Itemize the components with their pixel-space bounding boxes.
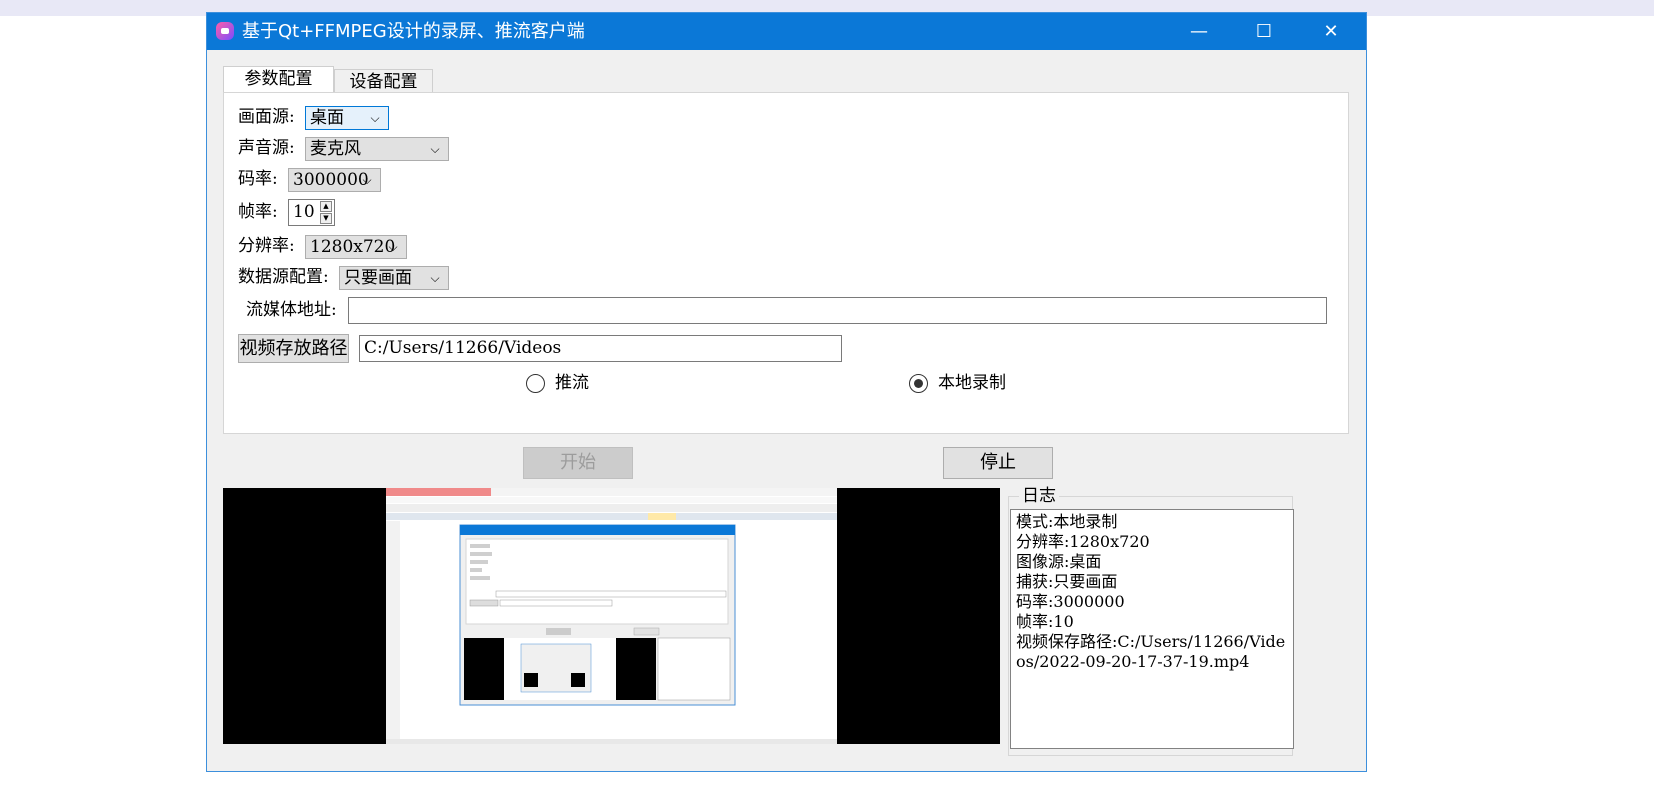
window-title: 基于Qt+FFMPEG设计的录屏、推流客户端 <box>242 21 585 42</box>
chevron-down-icon: ⌵ <box>430 142 440 156</box>
log-textarea[interactable]: 模式:本地录制 分辨率:1280x720 图像源:桌面 捕获:只要画面 码率:3… <box>1010 509 1294 749</box>
chevron-down-icon: ⌵ <box>362 173 372 187</box>
main-window: 基于Qt+FFMPEG设计的录屏、推流客户端 — ☐ ✕ 参数配置 设备配置 画… <box>206 12 1367 772</box>
stream-url-input[interactable] <box>348 297 1327 324</box>
resolution-value: 1280x720 <box>310 237 396 257</box>
preview-screenshot-graphic <box>386 488 837 744</box>
video-source-label: 画面源: <box>238 107 295 127</box>
maximize-button[interactable]: ☐ <box>1230 13 1298 50</box>
minimize-button[interactable]: — <box>1165 13 1233 50</box>
radio-local-label[interactable]: 本地录制 <box>938 372 1006 394</box>
tab-panel: 画面源: 桌面 ⌵ 声音源: 麦克风 ⌵ 码率: 3000000 ⌵ 帧率: 1… <box>223 92 1349 434</box>
radio-local-record[interactable] <box>909 374 928 393</box>
video-source-combo[interactable]: 桌面 ⌵ <box>305 106 389 130</box>
bitrate-label: 码率: <box>238 169 278 189</box>
log-title: 日志 <box>1019 486 1059 506</box>
audio-source-value: 麦克风 <box>310 139 361 159</box>
app-icon <box>216 22 234 40</box>
radio-push[interactable] <box>526 374 545 393</box>
chevron-down-icon: ⌵ <box>370 111 380 125</box>
data-source-label: 数据源配置: <box>238 267 329 287</box>
start-button[interactable]: 开始 <box>523 447 633 479</box>
save-path-button[interactable]: 视频存放路径 <box>238 334 349 363</box>
chevron-down-icon: ⌵ <box>430 271 440 285</box>
data-source-combo[interactable]: 只要画面 ⌵ <box>339 266 449 290</box>
stop-button[interactable]: 停止 <box>943 447 1053 479</box>
title-bar[interactable]: 基于Qt+FFMPEG设计的录屏、推流客户端 — ☐ ✕ <box>207 13 1366 50</box>
bitrate-combo[interactable]: 3000000 ⌵ <box>288 168 381 192</box>
chevron-down-icon: ⌵ <box>388 240 398 254</box>
bitrate-value: 3000000 <box>293 170 369 190</box>
preview-desktop-capture <box>386 488 837 744</box>
video-source-value: 桌面 <box>310 108 344 128</box>
audio-source-label: 声音源: <box>238 138 295 158</box>
fps-label: 帧率: <box>238 202 278 222</box>
spin-down-icon[interactable]: ▼ <box>320 213 332 224</box>
fps-spinbox[interactable]: 10 ▲ ▼ <box>288 199 335 226</box>
spin-up-icon[interactable]: ▲ <box>320 201 332 212</box>
video-preview <box>223 488 1000 744</box>
audio-source-combo[interactable]: 麦克风 ⌵ <box>305 137 449 161</box>
tab-device-config[interactable]: 设备配置 <box>334 69 433 93</box>
resolution-label: 分辨率: <box>238 236 295 256</box>
radio-push-label[interactable]: 推流 <box>555 372 589 394</box>
tab-param-config[interactable]: 参数配置 <box>223 66 334 92</box>
stream-url-label: 流媒体地址: <box>246 300 337 320</box>
save-path-input[interactable]: C:/Users/11266/Videos <box>359 335 842 362</box>
data-source-value: 只要画面 <box>344 268 412 288</box>
close-button[interactable]: ✕ <box>1297 13 1365 50</box>
resolution-combo[interactable]: 1280x720 ⌵ <box>305 235 407 259</box>
fps-value: 10 <box>293 202 315 222</box>
